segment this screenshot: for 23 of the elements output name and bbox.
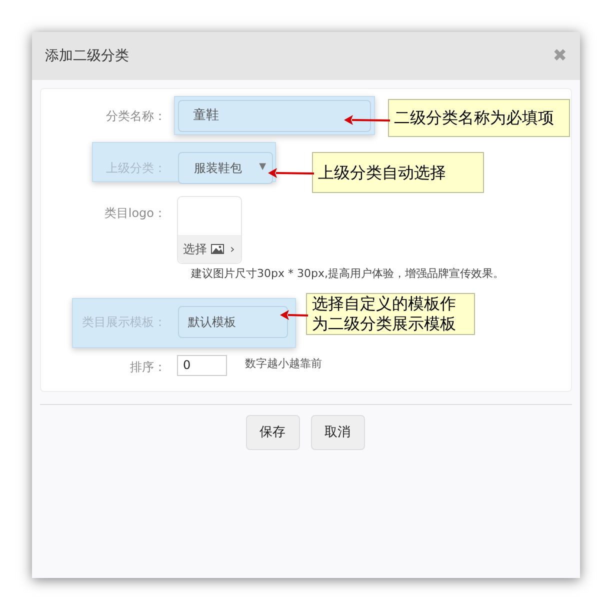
callout-note: 二级分类名称为必填项 <box>388 99 570 137</box>
name-input[interactable]: 童鞋 <box>178 100 371 132</box>
dialog-button[interactable]: 保存 <box>246 415 300 450</box>
dialog-title: 添加二级分类 <box>45 46 129 66</box>
chevron-icon: › <box>230 240 235 258</box>
field-label: 类目logo： <box>103 205 166 222</box>
dialog-button[interactable]: 取消 <box>310 415 364 450</box>
sort-input[interactable]: 0 <box>177 354 227 376</box>
image-icon <box>211 244 224 254</box>
sort-hint: 数字越小越靠前 <box>245 356 322 372</box>
arrow <box>280 308 308 322</box>
parent-category-select[interactable]: 服装鞋包 ▼ <box>178 152 273 184</box>
caret-icon: ▼ <box>259 161 266 175</box>
select-label: 选择 <box>183 241 207 258</box>
field-label: 排序： <box>129 358 166 376</box>
logo-upload-box[interactable]: 选择 › <box>177 196 242 264</box>
callout-note: 上级分类自动选择 <box>312 152 484 193</box>
field-label: 分类名称： <box>105 108 166 124</box>
callout-note: 选择自定义的模板作为二级分类展示模板 <box>306 293 475 335</box>
size-hint: 建议图片尺寸30px * 30px,提高用户体验，增强品牌宣传效果。 <box>191 266 504 282</box>
template-select[interactable]: 默认模板 <box>178 306 288 338</box>
arrow <box>268 166 314 180</box>
arrow <box>344 113 390 127</box>
